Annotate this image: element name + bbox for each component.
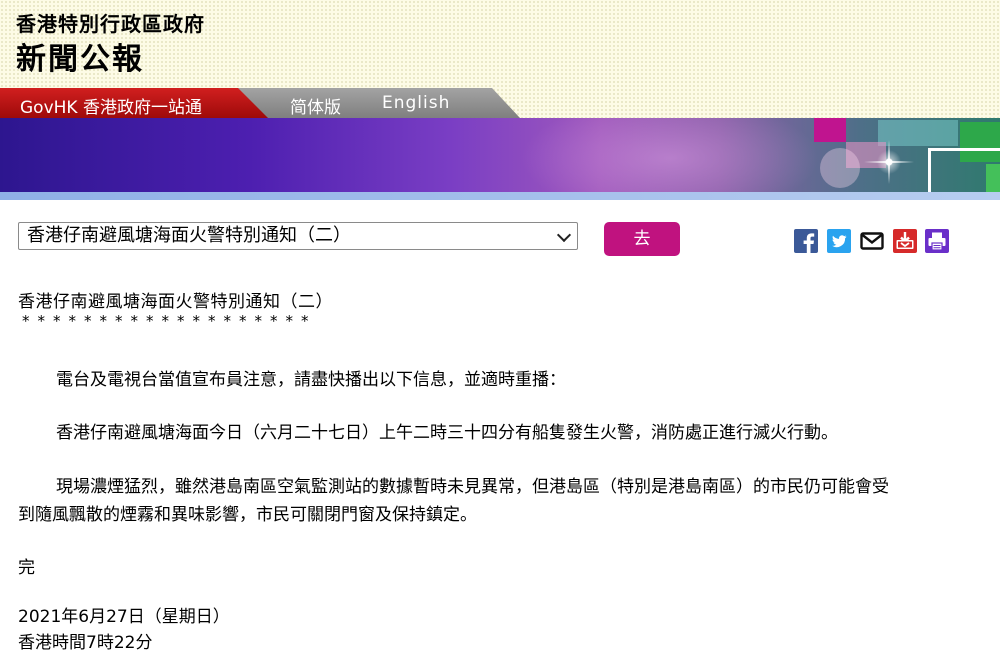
chevron-down-icon — [556, 227, 572, 243]
article-paragraph-1: 電台及電視台當值宣布員注意，請盡快播出以下信息，並適時重播： — [56, 370, 566, 390]
banner-glow — [520, 118, 820, 192]
facebook-icon[interactable] — [794, 229, 818, 253]
banner-stripe — [0, 192, 1000, 200]
title-divider: ******************* — [22, 312, 317, 330]
top-nav: GovHK 香港政府一站通 简体版 English — [0, 88, 1000, 118]
banner-decoration — [820, 148, 860, 188]
twitter-icon[interactable] — [827, 229, 851, 253]
banner-decoration — [814, 118, 846, 142]
download-icon[interactable] — [893, 229, 917, 253]
print-icon[interactable] — [925, 229, 949, 253]
simplified-chinese-link[interactable]: 简体版 — [290, 93, 341, 118]
banner-image — [0, 118, 1000, 192]
department-title: 香港特別行政區政府 — [16, 12, 205, 36]
article-paragraph-2: 香港仔南避風塘海面今日（六月二十七日）上午二時三十四分有船隻發生火警，消防處正進… — [56, 423, 838, 443]
go-button[interactable]: 去 — [604, 222, 680, 256]
govhk-link[interactable]: GovHK 香港政府一站通 — [20, 93, 202, 118]
article-paragraph-3-line-2: 到隨風飄散的煙霧和異味影響，市民可關閉門窗及保持鎮定。 — [18, 505, 477, 525]
banner-sparkle — [875, 148, 903, 176]
banner-decoration — [928, 148, 1000, 192]
press-release-select-value: 香港仔南避風塘海面火警特別通知（二） — [27, 225, 351, 246]
article-paragraph-3-line-1: 現場濃煙猛烈，雖然港島南區空氣監測站的數據暫時未見異常，但港島區（特別是港島南區… — [56, 477, 889, 497]
site-title: 新聞公報 — [16, 42, 144, 77]
banner-decoration — [878, 120, 958, 146]
masthead: 香港特別行政區政府 新聞公報 — [0, 0, 1000, 88]
nav-gray-bar — [230, 88, 520, 118]
english-link[interactable]: English — [382, 93, 450, 113]
email-icon[interactable] — [860, 229, 884, 253]
article-title: 香港仔南避風塘海面火警特別通知（二） — [18, 292, 333, 312]
release-time: 香港時間7時22分 — [18, 633, 153, 653]
press-release-select[interactable]: 香港仔南避風塘海面火警特別通知（二） — [18, 222, 578, 250]
article-end-mark: 完 — [18, 558, 35, 578]
release-date: 2021年6月27日（星期日） — [18, 607, 230, 627]
